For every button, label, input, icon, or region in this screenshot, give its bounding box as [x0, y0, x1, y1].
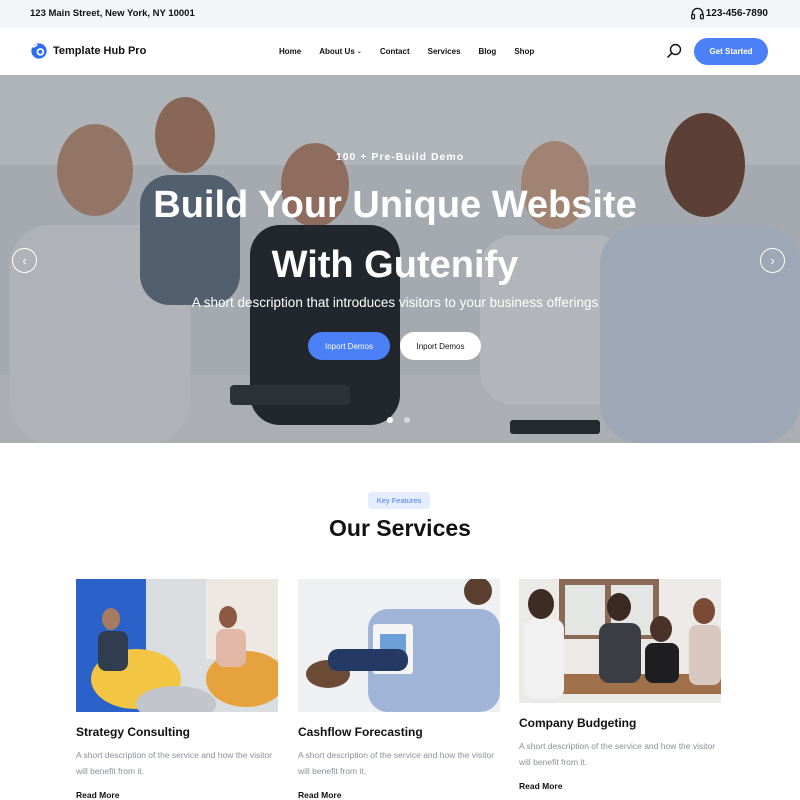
nav-item-shop[interactable]: Shop	[514, 47, 534, 56]
service-description: A short description of the service and h…	[519, 741, 716, 767]
headset-icon	[691, 7, 704, 20]
nav-item-home[interactable]: Home	[279, 47, 301, 56]
key-features-badge: Key Features	[368, 492, 430, 509]
chevron-right-icon: ›	[770, 253, 775, 268]
chevron-left-icon: ‹	[22, 253, 27, 268]
nav-label: Shop	[514, 47, 535, 56]
slider-next-button[interactable]: ›	[760, 248, 785, 273]
get-started-button[interactable]: Get Started	[694, 38, 768, 65]
phone-number[interactable]: 123-456-7890	[706, 8, 768, 19]
slider-dot-2[interactable]	[404, 417, 410, 423]
service-name: Strategy Consulting	[76, 725, 191, 739]
read-more-link[interactable]: Read More	[298, 790, 500, 800]
hero-title: Build Your Unique Website With Gutenify	[0, 175, 790, 295]
chevron-down-icon: ⌄	[356, 49, 362, 55]
nav-label: About Us	[319, 47, 355, 56]
read-more-link[interactable]: Read More	[519, 781, 721, 791]
hero-description: A short description that introduces visi…	[191, 295, 599, 310]
slider-prev-button[interactable]: ‹	[12, 248, 37, 273]
address-text: 123 Main Street, New York, NY 10001	[30, 8, 195, 19]
service-image	[519, 579, 721, 703]
read-more-link[interactable]: Read More	[76, 790, 278, 800]
service-name: Cashflow Forecasting	[298, 725, 423, 739]
nav-label: Home	[279, 47, 302, 56]
hero-slider: 100 + Pre-Build Demo Build Your Unique W…	[0, 75, 800, 443]
service-image	[76, 579, 278, 712]
service-image	[298, 579, 500, 712]
site-header: Template Hub Pro Home About Us ⌄ Contact …	[0, 28, 800, 75]
service-description: A short description of the service and h…	[76, 750, 273, 776]
service-card: Cashflow Forecasting A short description…	[298, 579, 500, 800]
search-icon[interactable]	[666, 43, 682, 59]
slider-dot-1[interactable]	[387, 417, 393, 423]
top-bar: 123 Main Street, New York, NY 10001 123-…	[0, 0, 800, 28]
site-logo[interactable]: Template Hub Pro	[30, 42, 146, 60]
service-name: Company Budgeting	[519, 716, 637, 730]
service-card: Company Budgeting A short description of…	[519, 579, 721, 791]
nav-item-services[interactable]: Services	[428, 47, 461, 56]
hero-title-line: Build Your Unique Website	[153, 184, 637, 226]
hero-eyebrow: 100 + Pre-Build Demo	[335, 151, 465, 163]
nav-item-blog[interactable]: Blog	[479, 47, 497, 56]
services-title: Our Services	[329, 515, 471, 541]
nav-item-about-us[interactable]: About Us ⌄	[319, 47, 362, 56]
hero-title-line: With Gutenify	[271, 244, 519, 286]
nav-label: Contact	[379, 47, 410, 56]
logo-text: Template Hub Pro	[53, 45, 147, 57]
service-card: Strategy Consulting A short description …	[76, 579, 278, 800]
import-demos-secondary-button[interactable]: Inport Demos	[400, 332, 481, 360]
logo-icon	[31, 43, 47, 59]
nav-item-contact[interactable]: Contact	[380, 47, 410, 56]
nav-label: Blog	[478, 47, 497, 56]
service-description: A short description of the service and h…	[298, 750, 495, 776]
main-nav: Home About Us ⌄ Contact Services Blog Sho…	[279, 47, 552, 56]
nav-label: Services	[427, 47, 461, 56]
import-demos-primary-button[interactable]: Inport Demos	[308, 332, 390, 360]
